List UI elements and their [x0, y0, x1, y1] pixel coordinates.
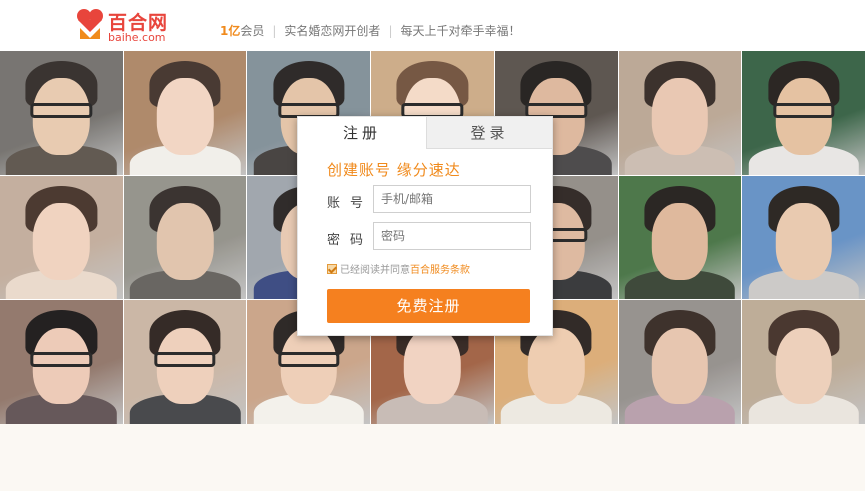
separator: | — [272, 24, 277, 38]
password-label: 密码 — [327, 233, 374, 248]
register-panel: 注册 登录 创建账号 缘分速达 账号 密码 已经阅读并同意百合服务条款 免费注册 — [297, 116, 553, 336]
slogan-pioneer: 实名婚恋网开创者 — [284, 24, 381, 38]
separator: | — [388, 24, 393, 38]
slogan-daily: 每天上千对牵手幸福！ — [400, 24, 521, 38]
panel-tabs: 注册 登录 — [298, 117, 552, 149]
member-count: 1亿 — [220, 24, 241, 38]
password-input[interactable] — [373, 222, 531, 250]
tab-login[interactable]: 登录 — [427, 117, 552, 149]
baihe-logo-icon — [77, 9, 103, 39]
logo-domain: baihe.com — [108, 31, 166, 44]
terms-agreement: 已经阅读并同意百合服务条款 — [327, 261, 470, 276]
member-label: 会员 — [240, 24, 265, 38]
tab-register[interactable]: 注册 — [298, 117, 427, 149]
terms-link[interactable]: 百合服务条款 — [410, 265, 470, 276]
account-label: 账号 — [327, 196, 374, 211]
top-header: 百合网 baihe.com 1亿会员 | 实名婚恋网开创者 | 每天上千对牵手幸福！ — [0, 0, 865, 51]
panel-tagline: 创建账号 缘分速达 — [327, 161, 461, 179]
terms-checkbox[interactable] — [327, 264, 337, 274]
header-slogan: 1亿会员 | 实名婚恋网开创者 | 每天上千对牵手幸福！ — [220, 22, 521, 39]
free-register-button[interactable]: 免费注册 — [327, 289, 530, 323]
baihe-logo[interactable]: 百合网 baihe.com — [74, 6, 184, 46]
terms-text: 已经阅读并同意 — [340, 265, 410, 276]
account-input[interactable] — [373, 185, 531, 213]
